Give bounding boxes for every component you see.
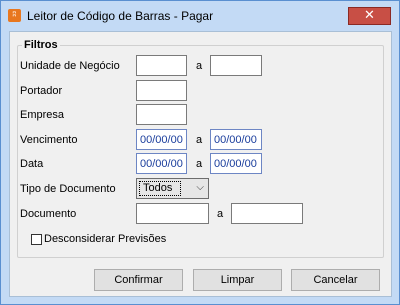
desconsiderar-previsoes-label[interactable]: Desconsiderar Previsões [44,233,166,245]
confirmar-label: Confirmar [114,274,163,286]
confirmar-button[interactable]: Confirmar [94,269,183,291]
filters-group [17,45,384,258]
limpar-label: Limpar [220,274,255,286]
window-title: Leitor de Código de Barras - Pagar [27,9,214,23]
empresa-input[interactable] [136,104,187,125]
tipo-documento-value: Todos [139,181,181,196]
limpar-button[interactable]: Limpar [193,269,282,291]
data-sep: a [196,158,203,170]
unidade-label: Unidade de Negócio [20,60,120,72]
vencimento-sep: a [196,134,203,146]
title-bar[interactable]: ʭ Leitor de Código de Barras - Pagar ✕ [1,1,399,30]
dialog-window: ʭ Leitor de Código de Barras - Pagar ✕ F… [0,0,400,305]
unidade-from-input[interactable] [136,55,187,76]
vencimento-to-input[interactable] [210,129,262,150]
empresa-label: Empresa [20,109,65,121]
tipo-documento-select[interactable]: Todos ⌵ [136,178,209,199]
filters-group-title: Filtros [22,39,60,51]
documento-to-input[interactable] [231,203,303,224]
desconsiderar-previsoes-checkbox[interactable] [31,234,42,245]
cancelar-label: Cancelar [313,274,358,286]
documento-sep: a [217,208,224,220]
documento-label: Documento [20,208,77,220]
unidade-to-input[interactable] [210,55,262,76]
data-from-input[interactable] [136,153,187,174]
close-button[interactable]: ✕ [348,7,391,25]
dialog-body: Filtros Unidade de Negócio a Portador Em… [9,31,392,297]
vencimento-from-input[interactable] [136,129,187,150]
app-icon: ʭ [8,9,21,22]
portador-input[interactable] [136,80,187,101]
tipo-documento-label: Tipo de Documento [20,183,116,195]
close-icon: ✕ [364,8,375,23]
cancelar-button[interactable]: Cancelar [291,269,380,291]
data-to-input[interactable] [210,153,262,174]
chevron-down-icon: ⌵ [196,182,204,193]
documento-from-input[interactable] [136,203,209,224]
portador-label: Portador [20,85,63,97]
vencimento-label: Vencimento [20,134,78,146]
data-label: Data [20,158,44,170]
unidade-sep: a [196,60,203,72]
